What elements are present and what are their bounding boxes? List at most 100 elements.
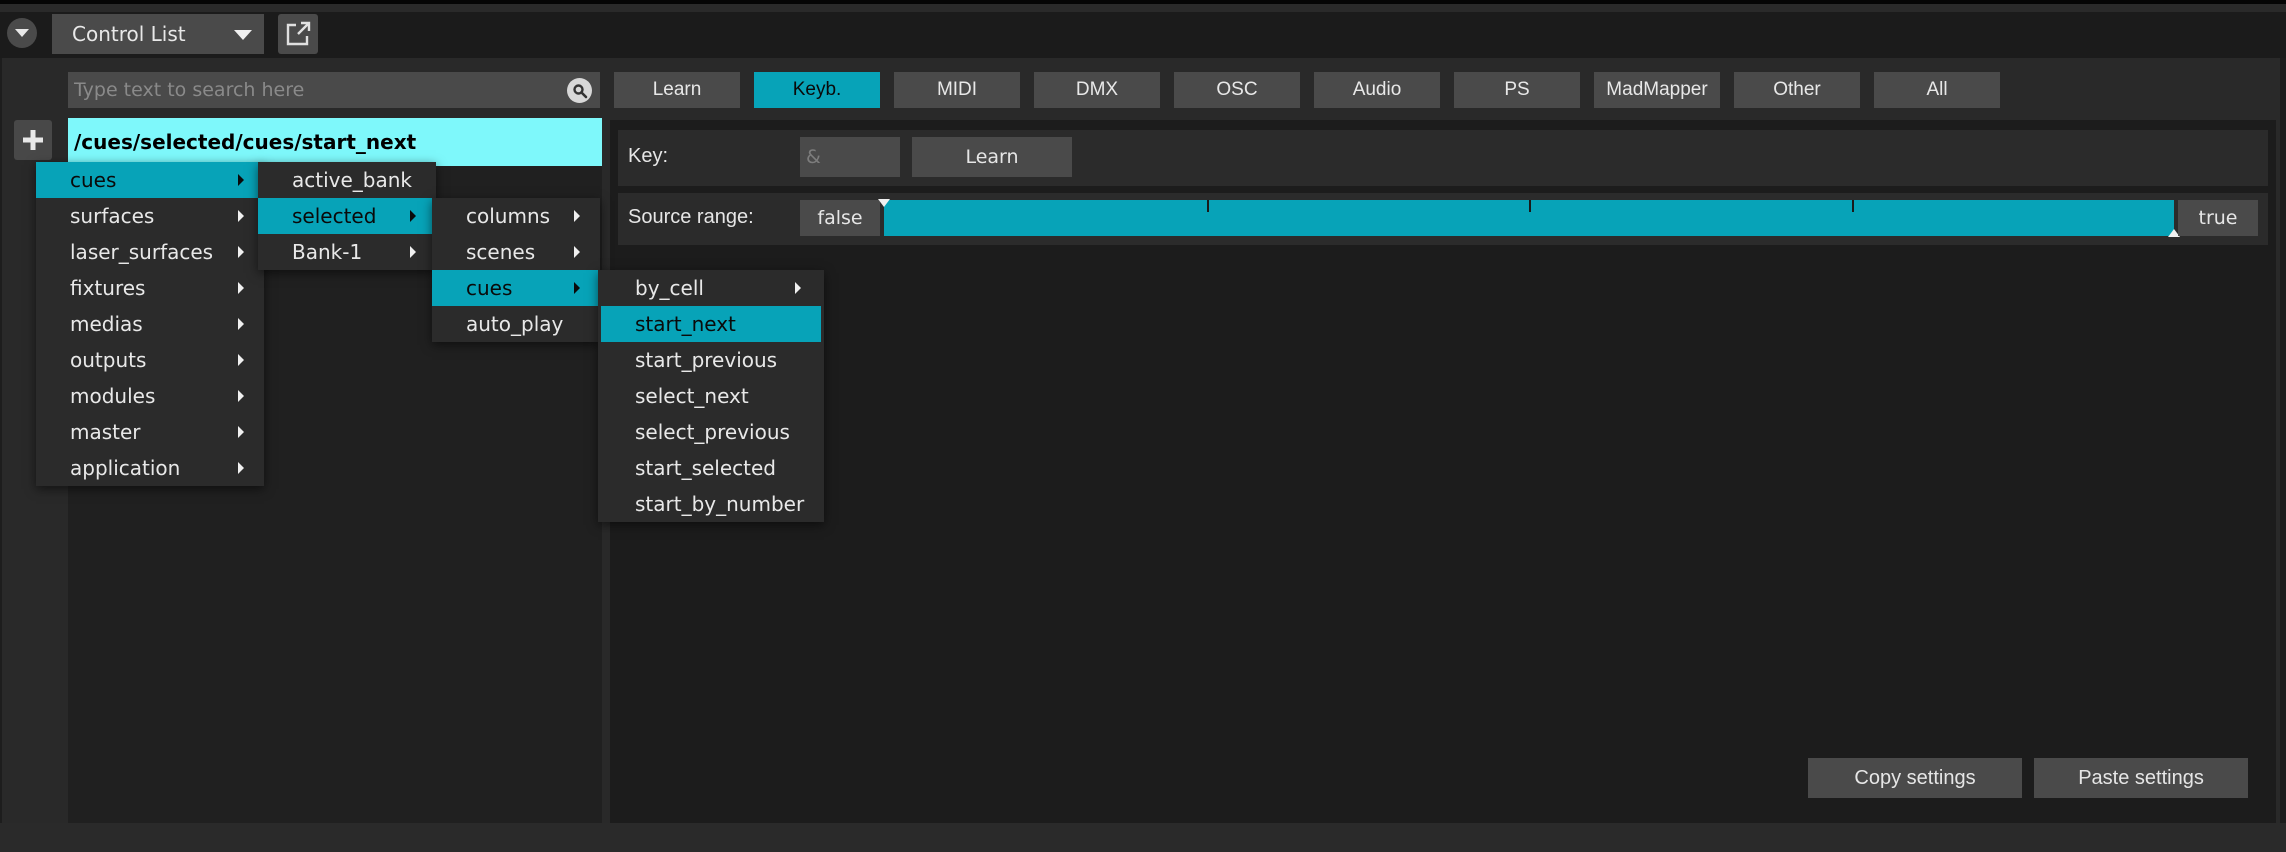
menu-item-bank-1[interactable]: Bank-1: [258, 234, 436, 270]
key-row: Key: & Learn: [618, 130, 2268, 186]
menu-item-start-selected[interactable]: start_selected: [601, 450, 821, 486]
slider-tick: [1206, 200, 1209, 212]
menu-item-master[interactable]: master: [36, 414, 264, 450]
range-start-handle[interactable]: [878, 199, 890, 207]
submenu-arrow-icon: [238, 246, 244, 258]
menu-item-label: surfaces: [70, 204, 155, 228]
tab-ps[interactable]: PS: [1454, 72, 1580, 108]
submenu-arrow-icon: [238, 354, 244, 366]
menu-item-label: master: [70, 420, 141, 444]
menu-level-3: columns scenes cues auto_play: [432, 198, 600, 342]
menu-item-label: select_previous: [635, 420, 790, 444]
menu-item-surfaces[interactable]: surfaces: [36, 198, 264, 234]
settings-panel: Key: & Learn Source range: false true: [610, 120, 2276, 823]
panel-selector-dropdown[interactable]: Control List: [52, 14, 264, 54]
menu-item-start-previous[interactable]: start_previous: [601, 342, 821, 378]
menu-item-label: auto_play: [466, 312, 564, 336]
plus-icon: [23, 130, 43, 150]
magnifier-glyph: [572, 83, 587, 98]
right-scrollbar[interactable]: [2280, 58, 2286, 823]
menu-item-select-next[interactable]: select_next: [601, 378, 821, 414]
submenu-arrow-icon: [238, 282, 244, 294]
menu-item-select-previous[interactable]: select_previous: [601, 414, 821, 450]
menu-item-scenes[interactable]: scenes: [432, 234, 600, 270]
submenu-arrow-icon: [238, 174, 244, 186]
menu-item-label: columns: [466, 204, 551, 228]
menu-item-cues[interactable]: cues: [36, 162, 264, 198]
key-input[interactable]: &: [800, 137, 900, 177]
menu-item-label: cues: [466, 276, 513, 300]
tab-midi[interactable]: MIDI: [894, 72, 1020, 108]
search-field[interactable]: [68, 72, 600, 108]
search-input[interactable]: [74, 79, 544, 101]
paste-settings-button[interactable]: Paste settings: [2034, 758, 2248, 798]
bottom-strip: [0, 823, 2286, 852]
copy-settings-button[interactable]: Copy settings: [1808, 758, 2022, 798]
popout-button[interactable]: [278, 14, 318, 54]
menu-item-selected[interactable]: selected: [258, 198, 436, 234]
selected-control-path[interactable]: /cues/selected/cues/start_next: [68, 118, 602, 166]
menu-item-active-bank[interactable]: active_bank: [258, 162, 436, 198]
menu-item-laser-surfaces[interactable]: laser_surfaces: [36, 234, 264, 270]
menu-item-label: medias: [70, 312, 143, 336]
tab-audio[interactable]: Audio: [1314, 72, 1440, 108]
menu-item-label: selected: [292, 204, 377, 228]
source-range-slider[interactable]: [878, 199, 2180, 237]
tab-osc[interactable]: OSC: [1174, 72, 1300, 108]
source-range-label: Source range:: [628, 206, 754, 228]
menu-item-label: start_previous: [635, 348, 778, 372]
chevron-down-icon: [15, 29, 29, 37]
menu-item-label: active_bank: [292, 168, 412, 192]
panel-header: [0, 12, 2286, 58]
menu-item-auto-play[interactable]: auto_play: [432, 306, 600, 342]
tab-learn[interactable]: Learn: [614, 72, 740, 108]
submenu-arrow-icon: [238, 210, 244, 222]
menu-level-4: by_cell start_next start_previous select…: [598, 270, 824, 522]
menu-item-label: select_next: [635, 384, 749, 408]
add-button[interactable]: [14, 120, 52, 160]
tab-other[interactable]: Other: [1734, 72, 1860, 108]
menu-item-label: start_by_number: [635, 492, 805, 516]
menu-item-label: cues: [70, 168, 117, 192]
menu-item-cues-sub[interactable]: cues: [432, 270, 600, 306]
menu-item-label: start_selected: [635, 456, 777, 480]
menu-item-label: by_cell: [635, 276, 704, 300]
menu-item-label: scenes: [466, 240, 536, 264]
submenu-arrow-icon: [238, 462, 244, 474]
menu-item-fixtures[interactable]: fixtures: [36, 270, 264, 306]
top-strip-secondary: [0, 4, 2286, 12]
range-min-button[interactable]: false: [800, 200, 880, 236]
submenu-arrow-icon: [410, 210, 416, 222]
tab-madmapper[interactable]: MadMapper: [1594, 72, 1720, 108]
submenu-arrow-icon: [574, 282, 580, 294]
search-icon[interactable]: [567, 78, 592, 103]
collapse-button[interactable]: [7, 18, 37, 48]
menu-item-by-cell[interactable]: by_cell: [601, 270, 821, 306]
key-input-placeholder: &: [806, 146, 821, 168]
menu-item-columns[interactable]: columns: [432, 198, 600, 234]
tab-all[interactable]: All: [1874, 72, 2000, 108]
menu-item-label: outputs: [70, 348, 147, 372]
menu-item-label: fixtures: [70, 276, 146, 300]
source-range-row: Source range: false true: [618, 193, 2268, 245]
key-learn-button[interactable]: Learn: [912, 137, 1072, 177]
tab-dmx[interactable]: DMX: [1034, 72, 1160, 108]
menu-item-modules[interactable]: modules: [36, 378, 264, 414]
submenu-arrow-icon: [238, 426, 244, 438]
tab-keyboard[interactable]: Keyb.: [754, 72, 880, 108]
control-path-text: /cues/selected/cues/start_next: [74, 130, 417, 154]
menu-item-label: laser_surfaces: [70, 240, 214, 264]
menu-item-medias[interactable]: medias: [36, 306, 264, 342]
range-max-button[interactable]: true: [2178, 200, 2258, 236]
submenu-arrow-icon: [410, 246, 416, 258]
menu-item-start-by-number[interactable]: start_by_number: [601, 486, 821, 522]
key-label: Key:: [628, 145, 669, 167]
source-tabs: Learn Keyb. MIDI DMX OSC Audio PS MadMap…: [614, 72, 2000, 108]
panel-selector-label: Control List: [72, 22, 186, 46]
menu-item-application[interactable]: application: [36, 450, 264, 486]
menu-item-label: start_next: [635, 312, 736, 336]
menu-item-outputs[interactable]: outputs: [36, 342, 264, 378]
submenu-arrow-icon: [574, 246, 580, 258]
left-edge: [0, 58, 2, 823]
menu-item-start-next[interactable]: start_next: [601, 306, 821, 342]
